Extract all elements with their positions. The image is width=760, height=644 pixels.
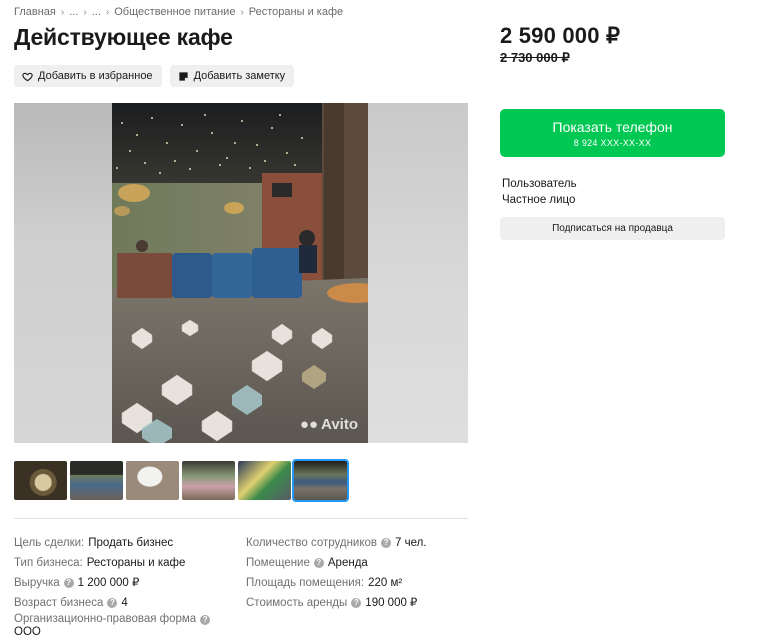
param-key: Цель сделки: xyxy=(14,537,85,549)
breadcrumb-restaurants[interactable]: Рестораны и кафе xyxy=(249,6,343,18)
note-icon xyxy=(178,71,188,81)
param-key: Количество сотрудников xyxy=(246,537,378,549)
param-rent-cost: Стоимость аренды ? 190 000 ₽ xyxy=(246,593,427,613)
param-value: Аренда xyxy=(327,557,368,569)
param-premises: Помещение ? Аренда xyxy=(246,553,427,573)
thumbnail-1[interactable] xyxy=(14,461,67,500)
seller-type: Частное лицо xyxy=(502,194,576,206)
help-icon[interactable]: ? xyxy=(381,538,392,548)
add-to-favorites-button[interactable]: Добавить в избранное xyxy=(14,65,162,87)
param-value: ООО xyxy=(14,626,41,638)
breadcrumb-catering[interactable]: Общественное питание xyxy=(114,6,235,18)
help-icon[interactable]: ? xyxy=(351,598,362,608)
subscribe-seller-button[interactable]: Подписаться на продавца xyxy=(500,217,725,240)
add-to-favorites-label: Добавить в избранное xyxy=(38,70,153,82)
breadcrumb-ellipsis-2[interactable]: ... xyxy=(92,6,101,18)
param-premises-area: Площадь помещения: 220 м² xyxy=(246,573,427,593)
params-column-right: Количество сотрудников ? 7 чел. Помещени… xyxy=(246,533,427,613)
listing-actions: Добавить в избранное Добавить заметку xyxy=(14,65,295,87)
thumbnail-2[interactable] xyxy=(70,461,123,500)
chevron-right-icon: › xyxy=(240,6,244,18)
thumbnail-6-active[interactable] xyxy=(292,459,349,502)
watermark-dots-icon: ●● xyxy=(299,416,319,433)
param-value: 1 200 000 ₽ xyxy=(77,577,140,589)
thumbnail-5[interactable] xyxy=(238,461,291,500)
help-icon[interactable]: ? xyxy=(63,578,74,588)
param-revenue: Выручка ? 1 200 000 ₽ xyxy=(14,573,210,593)
params-column-left: Цель сделки: Продать бизнес Тип бизнеса:… xyxy=(14,533,211,639)
page-title: Действующее кафе xyxy=(14,24,233,50)
help-icon[interactable]: ? xyxy=(200,615,211,625)
param-key: Помещение xyxy=(246,557,310,569)
breadcrumb-home[interactable]: Главная xyxy=(14,6,56,18)
cafe-interior-image xyxy=(112,103,368,443)
divider xyxy=(14,518,468,519)
main-photo[interactable]: ●● Avito xyxy=(112,103,368,443)
chevron-right-icon: › xyxy=(105,6,110,18)
show-phone-button[interactable]: Показать телефон 8 924 XXX-XX-XX xyxy=(500,109,725,157)
add-note-button[interactable]: Добавить заметку xyxy=(169,65,295,87)
param-business-type: Тип бизнеса: Рестораны и кафе xyxy=(14,553,210,573)
seller-info: Пользователь Частное лицо xyxy=(502,176,577,208)
photo-gallery[interactable]: ●● Avito xyxy=(14,103,468,443)
phone-number-masked: 8 924 XXX-XX-XX xyxy=(573,137,652,148)
param-key: Тип бизнеса: xyxy=(14,557,83,569)
avito-watermark: ●● Avito xyxy=(300,416,358,433)
param-deal-goal: Цель сделки: Продать бизнес xyxy=(14,533,210,553)
param-value: 4 xyxy=(121,597,128,609)
show-phone-label: Показать телефон xyxy=(552,118,673,135)
breadcrumb-ellipsis-1[interactable]: ... xyxy=(69,6,78,18)
chevron-right-icon: › xyxy=(60,6,65,18)
param-employees: Количество сотрудников ? 7 чел. xyxy=(246,533,427,553)
param-value: 220 м² xyxy=(368,577,403,589)
watermark-text: Avito xyxy=(321,416,358,433)
param-key: Организационно-правовая форма xyxy=(14,613,197,625)
param-legal-form: Организационно-правовая форма? ООО xyxy=(14,613,211,639)
breadcrumb: Главная › ... › ... › Общественное питан… xyxy=(14,6,343,18)
chevron-right-icon: › xyxy=(83,6,87,18)
thumbnail-3[interactable] xyxy=(126,461,179,500)
param-value: 7 чел. xyxy=(395,537,427,549)
old-price: 2 730 000 ₽ xyxy=(500,50,570,65)
help-icon[interactable]: ? xyxy=(313,558,324,568)
param-value: 190 000 ₽ xyxy=(365,597,418,609)
add-note-label: Добавить заметку xyxy=(193,70,286,82)
gallery-blur-right xyxy=(368,103,468,443)
param-value: Рестораны и кафе xyxy=(86,557,186,569)
thumbnail-strip xyxy=(14,459,349,502)
param-business-age: Возраст бизнеса ? 4 xyxy=(14,593,210,613)
heart-icon xyxy=(22,72,33,81)
price: 2 590 000 ₽ xyxy=(500,23,621,48)
param-value: Продать бизнес xyxy=(88,537,174,549)
seller-name[interactable]: Пользователь xyxy=(502,176,577,192)
param-key: Площадь помещения: xyxy=(246,577,365,589)
param-key: Выручка xyxy=(14,577,60,589)
param-key: Возраст бизнеса xyxy=(14,597,104,609)
gallery-blur-left xyxy=(14,103,112,443)
help-icon[interactable]: ? xyxy=(107,598,118,608)
thumbnail-4[interactable] xyxy=(182,461,235,500)
param-key: Стоимость аренды xyxy=(246,597,348,609)
